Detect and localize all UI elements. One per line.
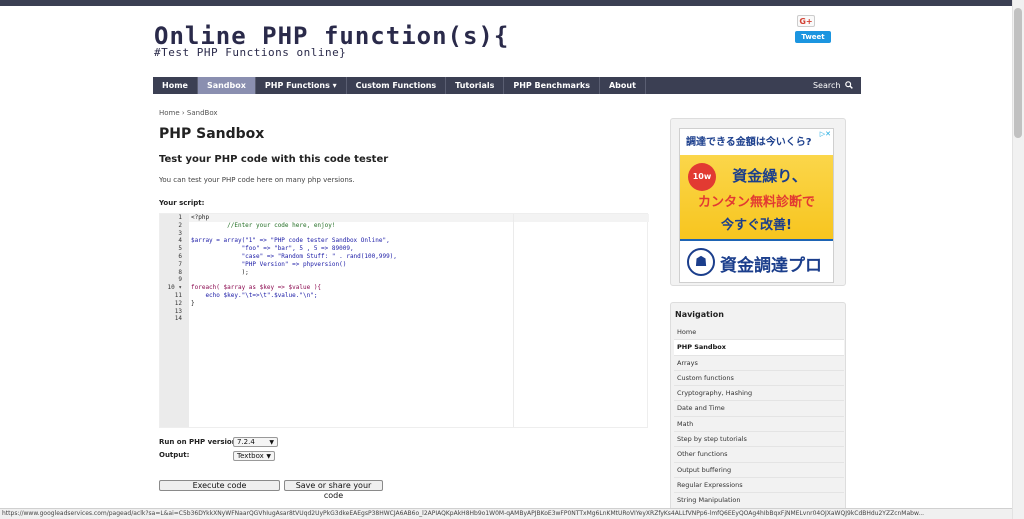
- editor-code-line: [191, 230, 397, 238]
- status-bar-url: https://www.googleadservices.com/pagead/…: [0, 508, 1012, 519]
- nav-item-custom-functions[interactable]: Custom Functions: [347, 77, 447, 94]
- ad-line-1: 資金繰り、: [732, 167, 807, 185]
- editor-code[interactable]: <?php //Enter your code here, enjoy! $arr…: [191, 214, 397, 323]
- main-nav: Home Sandbox PHP Functions ▾ Custom Func…: [153, 77, 861, 94]
- sidebar-item-date-time[interactable]: Date and Time: [674, 401, 844, 417]
- output-label: Output:: [159, 451, 190, 459]
- adchoices-icon[interactable]: ▷✕: [820, 130, 831, 138]
- editor-code-line: [191, 315, 397, 323]
- execute-code-button[interactable]: Execute code: [159, 480, 280, 491]
- nav-search[interactable]: Search: [813, 81, 861, 90]
- ad-main-panel: 10w 資金繰り、 カンタン無料診断で 今すぐ改善!: [680, 155, 833, 239]
- page-scrollbar[interactable]: [1012, 0, 1024, 519]
- sidebar-item-regex[interactable]: Regular Expressions: [674, 478, 844, 494]
- editor-line-number: 3: [178, 229, 182, 237]
- editor-code-line: echo $key."\t=>\t".$value."\n";: [191, 291, 318, 299]
- ad-line-3: 今すぐ改善!: [721, 218, 792, 233]
- sidebar-item-math[interactable]: Math: [674, 417, 844, 433]
- editor-code-line: $array = array("1" => "PHP code tester S…: [191, 237, 390, 245]
- page-title: PHP Sandbox: [159, 126, 265, 142]
- nav-item-sandbox[interactable]: Sandbox: [197, 77, 256, 94]
- editor-code-line: );: [191, 268, 249, 276]
- sidebar-item-output-buffering[interactable]: Output buffering: [674, 463, 844, 478]
- page-description: You can test your PHP code here on many …: [159, 176, 355, 184]
- top-accent-bar: [0, 0, 1024, 6]
- editor-line-number: 12: [174, 299, 182, 307]
- output-select[interactable]: Textbox ▼: [233, 451, 275, 461]
- php-version-value: 7.2.4: [237, 438, 255, 446]
- php-version-select[interactable]: 7.2.4 ▼: [233, 437, 278, 447]
- nav-item-about[interactable]: About: [600, 77, 646, 94]
- sidebar-list: Home PHP Sandbox Arrays Custom functions…: [674, 325, 844, 509]
- sidebar-item-cryptography[interactable]: Cryptography, Hashing: [674, 386, 844, 402]
- editor-code-line: <?php: [191, 214, 210, 221]
- editor-code-line: [191, 308, 397, 316]
- ad-brand-panel: ☗ 資金調達プロ: [680, 241, 833, 282]
- sidebar-item-other-functions[interactable]: Other functions: [674, 447, 844, 463]
- ad-line-2: カンタン無料診断で: [697, 195, 815, 210]
- sidebar-item-tutorials[interactable]: Step by step tutorials: [674, 432, 844, 448]
- advertisement[interactable]: 調達できる金額は今いくら? ▷✕ 10w 資金繰り、 カンタン無料診断で 今すぐ…: [679, 128, 834, 283]
- page-subtitle: Test your PHP code with this code tester: [159, 154, 389, 165]
- editor-code-line: "PHP Version" => phpversion(): [191, 260, 347, 268]
- ad-top-text: 調達できる金額は今いくら?: [686, 137, 812, 148]
- sidebar-item-home[interactable]: Home: [674, 325, 844, 341]
- editor-code-line: //Enter your code here, enjoy!: [191, 221, 336, 229]
- sidebar-title: Navigation: [675, 310, 724, 319]
- code-editor[interactable]: 1 2 3 4 5 6 7 8 9 10 ▾ 11 12 13 14 <?php //Enter your…: [159, 213, 649, 428]
- breadcrumb[interactable]: Home › SandBox: [159, 109, 218, 117]
- nav-search-label: Search: [812, 81, 841, 90]
- tweet-button[interactable]: Tweet: [795, 31, 831, 43]
- php-version-label: Run on PHP version:: [159, 438, 240, 446]
- sidebar-item-arrays[interactable]: Arrays: [674, 356, 844, 371]
- editor-line-number: 7: [178, 260, 182, 268]
- sidebar-item-string-manipulation[interactable]: String Manipulation: [674, 493, 844, 509]
- sidebar-item-custom-functions[interactable]: Custom functions: [674, 371, 844, 387]
- editor-line-number: 14: [174, 315, 182, 323]
- chevron-down-icon: ▼: [269, 439, 274, 446]
- editor-print-margin: [513, 214, 514, 427]
- editor-line-number: 5: [178, 245, 182, 253]
- editor-gutter: 1 2 3 4 5 6 7 8 9 10 ▾ 11 12 13 14: [160, 214, 189, 427]
- google-plus-button[interactable]: G+: [797, 15, 815, 27]
- editor-line-number: 9: [178, 276, 182, 284]
- editor-code-line: }: [191, 299, 195, 307]
- editor-line-number: 10 ▾: [167, 284, 182, 292]
- ad-top-banner: 調達できる金額は今いくら? ▷✕: [680, 129, 833, 155]
- editor-line-number: 13: [174, 307, 182, 315]
- nav-item-tutorials[interactable]: Tutorials: [446, 77, 505, 94]
- sidebar-item-php-sandbox[interactable]: PHP Sandbox: [674, 340, 844, 356]
- nav-item-php-benchmarks[interactable]: PHP Benchmarks: [504, 77, 600, 94]
- sidebar-navigation: Navigation Home PHP Sandbox Arrays Custo…: [670, 302, 846, 512]
- ad-brand: 資金調達プロ: [720, 256, 822, 276]
- editor-line-number: 1: [178, 214, 182, 221]
- editor-line-number: 2: [178, 221, 182, 229]
- search-icon: [845, 81, 853, 89]
- nav-item-home[interactable]: Home: [153, 77, 198, 94]
- ad-logo-icon: ☗: [687, 248, 715, 276]
- editor-code-line: foreach( $array as $key => $value ){: [191, 284, 322, 292]
- editor-line-number: 8: [178, 268, 182, 276]
- site-subtitle: #Test PHP Functions online}: [154, 46, 347, 59]
- chevron-down-icon: ▼: [266, 453, 271, 460]
- editor-line-number: 4: [178, 237, 182, 245]
- save-share-code-button[interactable]: Save or share your code: [284, 480, 383, 500]
- nav-item-php-functions[interactable]: PHP Functions ▾: [256, 77, 347, 94]
- editor-code-line: "case" => "Random Stuff: " . rand(100,99…: [191, 252, 397, 260]
- editor-line-number: 6: [178, 252, 182, 260]
- editor-line-number: 11: [174, 291, 182, 299]
- output-value: Textbox: [237, 452, 264, 460]
- editor-code-line: [191, 276, 397, 284]
- script-label: Your script:: [159, 199, 205, 207]
- scrollbar-thumb[interactable]: [1014, 8, 1022, 138]
- editor-code-line: "foo" => "bar", 5 , 5 => 89009,: [191, 245, 354, 253]
